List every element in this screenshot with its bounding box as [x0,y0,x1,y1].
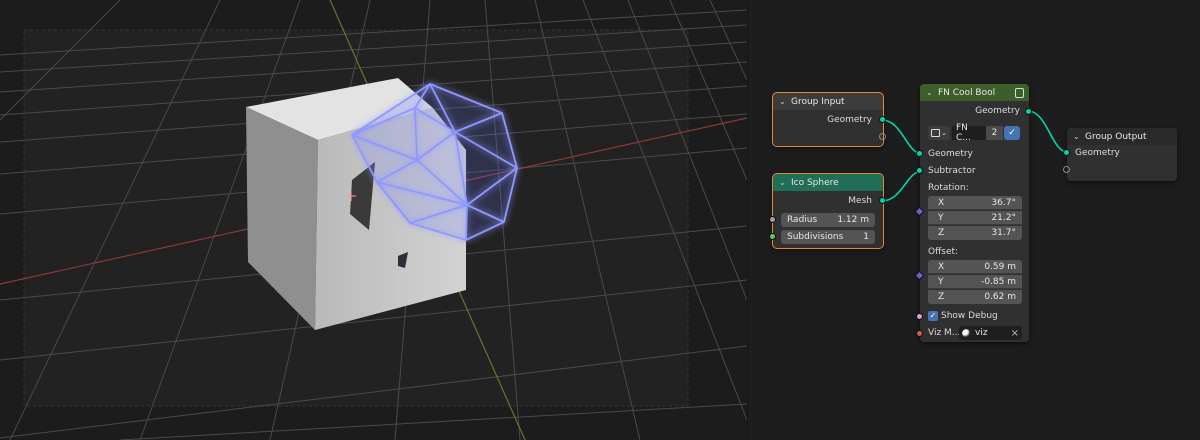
socket-empty-out[interactable] [879,133,886,140]
socket-mesh-out[interactable] [879,197,886,204]
node-title: Group Output [1085,131,1147,142]
fake-user-button[interactable]: ✓ [1004,126,1020,140]
node-header[interactable]: ⌄ Group Input [773,93,883,110]
close-icon[interactable]: × [1011,328,1019,339]
viz-material-label: Viz M... [928,328,961,338]
rotation-label: Rotation: [928,183,969,193]
offset-label: Offset: [928,247,959,257]
link-group-input-to-geometry [881,119,923,155]
chevron-down-icon[interactable]: ⌄ [1073,132,1081,141]
chevron-down-icon: ⌄ [941,129,947,137]
link-geometry-to-group-output [1027,110,1068,153]
output-geometry-label: Geometry [975,106,1020,116]
rotation-y-field[interactable]: Y 21.2° [928,211,1022,225]
socket-geometry-out[interactable] [879,116,886,123]
3d-viewport[interactable] [0,0,747,440]
socket-subdivisions-in[interactable] [769,233,776,240]
node-header[interactable]: ⌄ Group Output [1067,128,1177,145]
viewport-canvas[interactable] [0,0,747,440]
socket-geometry-in[interactable] [1063,149,1070,156]
node-title: Group Input [791,96,845,107]
viz-material-field[interactable]: viz × [959,326,1022,340]
rotation-x-field[interactable]: X 36.7° [928,196,1022,210]
socket-geometry-in[interactable] [916,150,923,157]
input-geometry-label: Geometry [1075,148,1120,158]
shield-icon: ✓ [1008,128,1016,138]
node-group-icon [1015,87,1024,98]
user-count[interactable]: 2 [986,126,1003,140]
group-name-field[interactable]: FN C... [952,123,986,143]
rotation-z-field[interactable]: Z 31.7° [928,226,1022,240]
node-fn-cool-bool[interactable]: ⌄ FN Cool Bool Geometry ⌄ FN C... 2 ✓ Ge… [914,84,1032,342]
node-group-output[interactable]: ⌄ Group Output Geometry [1063,128,1177,181]
node-ico-sphere[interactable]: ⌄ Ico Sphere Mesh Radius 1.12 m Subdivis… [769,173,886,249]
offset-y-field[interactable]: Y -0.85 m [928,275,1022,289]
node-header[interactable]: ⌄ Ico Sphere [773,174,883,191]
material-sphere-icon [962,328,971,338]
output-mesh-label: Mesh [848,196,872,206]
offset-z-field[interactable]: Z 0.62 m [928,290,1022,304]
socket-radius-in[interactable] [769,216,776,223]
socket-show-debug-in[interactable] [916,313,923,320]
socket-empty-in[interactable] [1063,166,1070,173]
link-mesh-to-subtractor [881,170,923,202]
subdivisions-field[interactable]: Subdivisions 1 [781,230,875,244]
radius-field[interactable]: Radius 1.12 m [781,213,875,227]
socket-viz-material-in[interactable] [916,330,923,337]
node-title: Ico Sphere [791,177,839,188]
node-group-input[interactable]: ⌄ Group Input Geometry [772,92,886,147]
input-subtractor-label: Subtractor [928,166,976,176]
input-geometry-label: Geometry [928,149,973,159]
node-header[interactable]: ⌄ FN Cool Bool [920,84,1029,101]
show-debug-label: Show Debug [941,311,998,321]
output-geometry-label: Geometry [827,115,872,125]
geometry-node-editor[interactable]: ⌄ Group Input Geometry ⌄ Ico Sphere Mesh… [747,0,1200,440]
socket-geometry-out[interactable] [1025,108,1032,115]
chevron-down-icon[interactable]: ⌄ [779,178,787,187]
chevron-down-icon[interactable]: ⌄ [779,97,787,106]
node-group-selector[interactable]: ⌄ [928,126,950,140]
node-title: FN Cool Bool [938,87,996,98]
chevron-down-icon[interactable]: ⌄ [926,88,934,97]
node-group-icon [931,129,940,137]
show-debug-checkbox[interactable]: ✓ [928,311,938,321]
socket-subtractor-in[interactable] [916,167,923,174]
offset-x-field[interactable]: X 0.59 m [928,260,1022,274]
